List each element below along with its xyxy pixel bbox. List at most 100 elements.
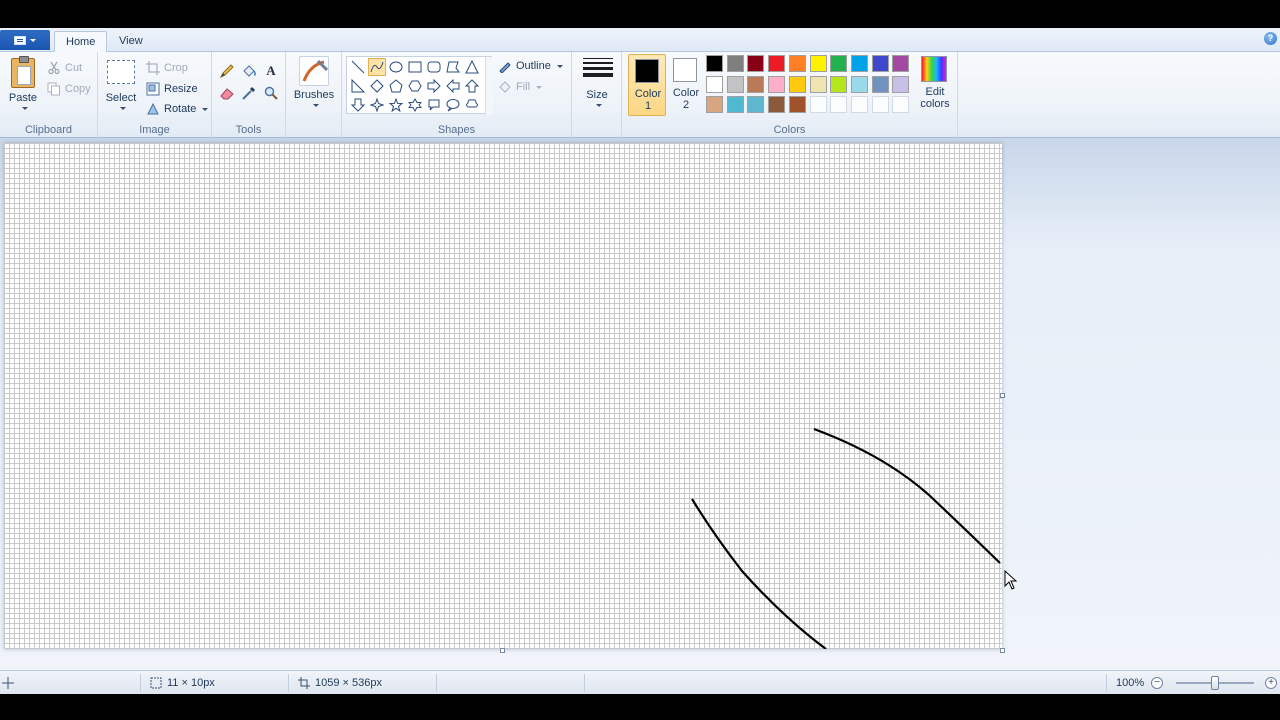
brush-icon bbox=[299, 56, 329, 86]
color-swatch[interactable] bbox=[788, 75, 806, 93]
drawing-canvas[interactable] bbox=[4, 143, 1002, 649]
edit-colors-button[interactable]: Edit colors bbox=[916, 54, 954, 116]
color-swatch[interactable] bbox=[768, 75, 786, 93]
color-swatch[interactable] bbox=[850, 75, 868, 93]
color-swatch[interactable] bbox=[706, 75, 723, 93]
color-picker-icon[interactable] bbox=[240, 84, 258, 102]
oval-callout-shape-icon[interactable] bbox=[444, 96, 462, 114]
chevron-down-icon bbox=[30, 38, 36, 42]
clipboard-group-label: Clipboard bbox=[24, 124, 73, 136]
color-swatch[interactable] bbox=[809, 55, 827, 72]
tools-group: A Tools bbox=[212, 52, 286, 138]
tab-home[interactable]: Home bbox=[54, 31, 108, 53]
paste-button[interactable]: Paste bbox=[8, 56, 38, 114]
size-button[interactable]: Size bbox=[572, 52, 622, 116]
diamond-shape-icon[interactable] bbox=[368, 77, 386, 95]
outline-button[interactable]: Outline bbox=[498, 57, 563, 75]
copy-button[interactable]: Copy bbox=[47, 80, 91, 98]
color-swatch[interactable] bbox=[747, 96, 765, 113]
paint-menu-button[interactable] bbox=[0, 30, 50, 50]
hexagon-shape-icon[interactable] bbox=[406, 77, 424, 95]
canvas-resize-handle-right[interactable] bbox=[1000, 393, 1005, 398]
color-swatch[interactable] bbox=[809, 75, 827, 93]
zoom-out-icon[interactable]: − bbox=[1151, 677, 1163, 689]
help-icon[interactable]: ? bbox=[1264, 32, 1277, 45]
color-swatch[interactable] bbox=[726, 75, 744, 93]
cut-button[interactable]: Cut bbox=[47, 59, 82, 77]
fill-bucket-icon[interactable] bbox=[240, 62, 258, 80]
color-swatch[interactable] bbox=[788, 96, 806, 113]
rotate-button[interactable]: Rotate bbox=[146, 100, 209, 118]
resize-button[interactable]: Resize bbox=[146, 80, 198, 98]
color-swatch[interactable] bbox=[871, 55, 889, 72]
color1-button[interactable]: Color 1 bbox=[628, 54, 666, 116]
crop-button[interactable]: Crop bbox=[146, 59, 188, 77]
oval-shape-icon[interactable] bbox=[387, 58, 405, 76]
color-swatch[interactable] bbox=[871, 75, 889, 93]
color-swatch[interactable] bbox=[747, 55, 765, 72]
size-label: Size bbox=[586, 89, 608, 101]
select-button[interactable]: Select bbox=[106, 56, 136, 114]
canvas-resize-handle-corner[interactable] bbox=[1000, 648, 1005, 653]
chevron-down-icon bbox=[120, 107, 126, 110]
curve-shape-icon[interactable] bbox=[368, 58, 386, 76]
cloud-callout-shape-icon[interactable] bbox=[463, 96, 481, 114]
canvas-resize-handle-bottom[interactable] bbox=[500, 648, 505, 653]
color-swatch[interactable] bbox=[706, 55, 723, 72]
color-swatch[interactable] bbox=[747, 75, 765, 93]
drawn-curve-upper bbox=[813, 427, 1001, 564]
empty-color-swatch[interactable] bbox=[809, 96, 827, 113]
five-point-star-shape-icon[interactable] bbox=[387, 96, 405, 114]
color-swatch[interactable] bbox=[768, 55, 786, 72]
right-arrow-shape-icon[interactable] bbox=[425, 77, 443, 95]
shapes-group-label: Shapes bbox=[437, 124, 476, 136]
color-swatch[interactable] bbox=[706, 96, 723, 113]
paste-icon bbox=[11, 56, 35, 88]
color-swatch[interactable] bbox=[726, 55, 744, 72]
brushes-button[interactable]: Brushes bbox=[286, 52, 342, 116]
magnifier-icon[interactable] bbox=[262, 84, 280, 102]
color-swatch[interactable] bbox=[726, 96, 744, 113]
color-swatch[interactable] bbox=[830, 75, 848, 93]
pentagon-shape-icon[interactable] bbox=[387, 77, 405, 95]
down-arrow-shape-icon[interactable] bbox=[349, 96, 367, 114]
shapes-scrollbar[interactable] bbox=[485, 57, 493, 115]
polygon-shape-icon[interactable] bbox=[444, 58, 462, 76]
six-point-star-shape-icon[interactable] bbox=[406, 96, 424, 114]
color-swatch[interactable] bbox=[892, 75, 910, 93]
color-swatch[interactable] bbox=[788, 55, 806, 72]
empty-color-swatch[interactable] bbox=[892, 96, 910, 113]
color-swatch[interactable] bbox=[830, 55, 848, 72]
ribbon-tab-bar: Home View ? bbox=[0, 28, 1280, 53]
image-size-text: 1059 × 536px bbox=[315, 677, 382, 689]
color2-swatch bbox=[673, 58, 697, 82]
empty-color-swatch[interactable] bbox=[830, 96, 848, 113]
rounded-rectangle-shape-icon[interactable] bbox=[425, 58, 443, 76]
eraser-icon[interactable] bbox=[218, 84, 236, 102]
color1-label: Color 1 bbox=[629, 88, 667, 112]
right-triangle-shape-icon[interactable] bbox=[349, 77, 367, 95]
tab-view[interactable]: View bbox=[108, 31, 154, 53]
image-group: Select Crop Resize Rotate Image bbox=[98, 52, 212, 138]
status-separator bbox=[1106, 674, 1107, 692]
pencil-icon[interactable] bbox=[218, 62, 236, 80]
text-icon[interactable]: A bbox=[262, 62, 280, 80]
rounded-callout-shape-icon[interactable] bbox=[425, 96, 443, 114]
empty-color-swatch[interactable] bbox=[871, 96, 889, 113]
color-swatch[interactable] bbox=[892, 55, 910, 72]
empty-color-swatch[interactable] bbox=[850, 96, 868, 113]
zoom-in-icon[interactable]: + bbox=[1265, 677, 1277, 689]
four-point-star-shape-icon[interactable] bbox=[368, 96, 386, 114]
color-swatch[interactable] bbox=[850, 55, 868, 72]
left-arrow-shape-icon[interactable] bbox=[444, 77, 462, 95]
chevron-down-icon bbox=[202, 107, 209, 111]
line-width-icon bbox=[583, 58, 613, 82]
zoom-slider-thumb[interactable] bbox=[1211, 676, 1219, 690]
rectangle-shape-icon[interactable] bbox=[406, 58, 424, 76]
fill-button[interactable]: Fill bbox=[498, 78, 543, 96]
triangle-shape-icon[interactable] bbox=[463, 58, 481, 76]
up-arrow-shape-icon[interactable] bbox=[463, 77, 481, 95]
line-shape-icon[interactable] bbox=[349, 58, 367, 76]
color-swatch[interactable] bbox=[768, 96, 786, 113]
color2-button[interactable]: Color 2 bbox=[667, 54, 705, 116]
